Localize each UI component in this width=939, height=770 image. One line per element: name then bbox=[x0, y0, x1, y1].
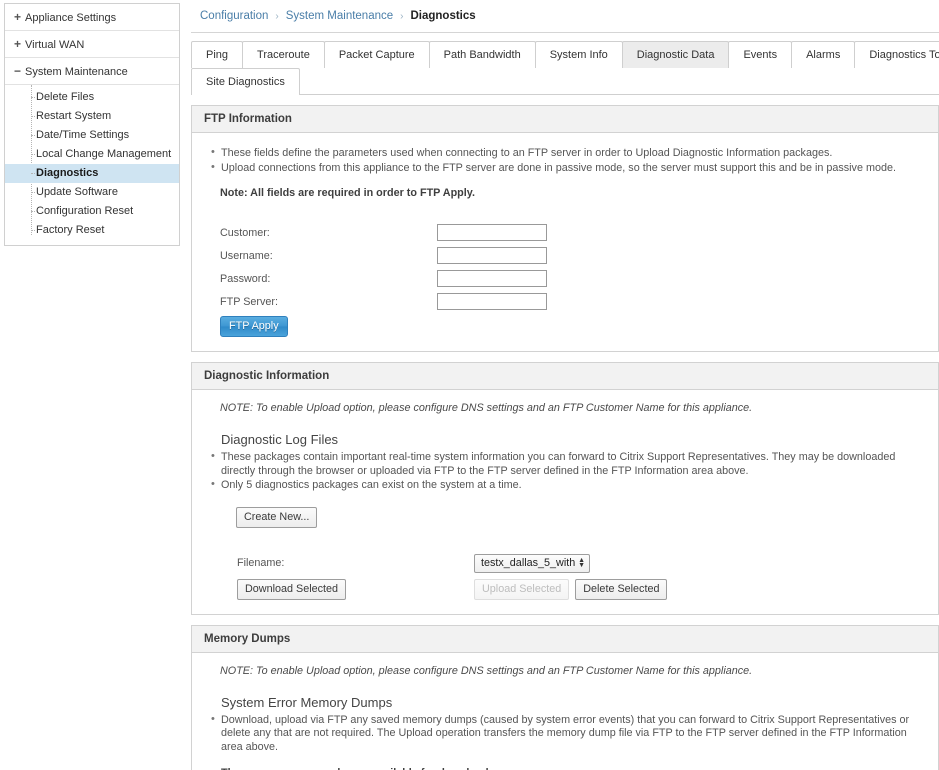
list-item: Download, upload via FTP any saved memor… bbox=[211, 713, 926, 755]
sidebar-group-label: System Maintenance bbox=[25, 66, 128, 78]
list-item: These packages contain important real-ti… bbox=[211, 450, 926, 478]
username-input[interactable] bbox=[437, 247, 547, 264]
minus-icon: − bbox=[14, 64, 22, 78]
sidebar-item-label: Factory Reset bbox=[36, 224, 105, 236]
sidebar-item-label: Restart System bbox=[36, 110, 112, 122]
tab-row-primary: Ping Traceroute Packet Capture Path Band… bbox=[191, 41, 939, 68]
customer-label: Customer: bbox=[220, 226, 270, 239]
chevron-updown-icon: ▲ ▼ bbox=[578, 557, 585, 569]
chevron-right-icon: › bbox=[275, 10, 279, 22]
download-selected-button[interactable]: Download Selected bbox=[237, 578, 347, 600]
download-selected-slot: Download Selected bbox=[204, 578, 474, 600]
memory-dumps-bullets: Download, upload via FTP any saved memor… bbox=[204, 713, 926, 755]
tab-traceroute[interactable]: Traceroute bbox=[242, 41, 325, 68]
sidebar-group-virtual-wan[interactable]: + Virtual WAN bbox=[5, 31, 179, 58]
form-row-ftp-server: FTP Server: bbox=[204, 290, 926, 313]
tab-ping[interactable]: Ping bbox=[191, 41, 244, 68]
sidebar-group-label: Virtual WAN bbox=[25, 39, 85, 51]
create-new-button[interactable]: Create New... bbox=[236, 506, 318, 528]
diagnostic-bullets: These packages contain important real-ti… bbox=[204, 450, 926, 493]
form-row-password: Password: bbox=[204, 267, 926, 290]
panel-body-ftp-information: These fields define the parameters used … bbox=[192, 133, 938, 351]
panel-title-diagnostic-information: Diagnostic Information bbox=[192, 363, 938, 390]
filename-row: Filename: testx_dallas_5_with16 ▲▼ bbox=[204, 553, 926, 573]
tab-alarms[interactable]: Alarms bbox=[791, 41, 856, 68]
breadcrumb-item-diagnostics: Diagnostics bbox=[410, 10, 476, 22]
password-label: Password: bbox=[220, 272, 271, 285]
system-error-memory-dumps-title: System Error Memory Dumps bbox=[221, 694, 393, 710]
memory-dumps-upload-note: NOTE: To enable Upload option, please co… bbox=[220, 664, 753, 677]
tab-row-secondary: Site Diagnostics bbox=[191, 68, 939, 95]
sidebar-item-configuration-reset[interactable]: Configuration Reset bbox=[5, 202, 179, 221]
tab-packet-capture[interactable]: Packet Capture bbox=[323, 41, 430, 68]
panel-body-memory-dumps: NOTE: To enable Upload option, please co… bbox=[192, 653, 938, 770]
tab-diagnostics-tool[interactable]: Diagnostics Tool bbox=[854, 41, 939, 68]
sidebar-item-restart-system[interactable]: Restart System bbox=[5, 107, 179, 126]
sidebar-item-label: Configuration Reset bbox=[36, 205, 134, 217]
ftp-server-input[interactable] bbox=[437, 293, 547, 310]
sidebar-item-diagnostics[interactable]: Diagnostics bbox=[5, 164, 179, 183]
sidebar: + Appliance Settings + Virtual WAN − System… bbox=[0, 0, 181, 770]
panel-memory-dumps: Memory Dumps NOTE: To enable Upload opti… bbox=[191, 624, 939, 770]
username-label: Username: bbox=[220, 249, 273, 262]
list-item: Only 5 diagnostics packages can exist on… bbox=[211, 478, 926, 493]
form-row-username: Username: bbox=[204, 244, 926, 267]
customer-input[interactable] bbox=[437, 224, 547, 241]
sidebar-item-local-change-management[interactable]: Local Change Management bbox=[5, 145, 179, 164]
tab-bar: Ping Traceroute Packet Capture Path Band… bbox=[191, 33, 939, 95]
filename-label: Filename: bbox=[237, 557, 285, 569]
sidebar-group-label: Appliance Settings bbox=[25, 12, 117, 24]
filename-select[interactable]: testx_dallas_5_with16 ▲▼ bbox=[474, 553, 590, 573]
password-input[interactable] bbox=[437, 270, 547, 287]
chevron-right-icon: › bbox=[400, 10, 404, 22]
page-root: + Appliance Settings + Virtual WAN − System… bbox=[0, 0, 939, 770]
sidebar-item-delete-files[interactable]: Delete Files bbox=[5, 88, 179, 107]
sidebar-item-date-time-settings[interactable]: Date/Time Settings bbox=[5, 126, 179, 145]
ftp-server-label: FTP Server: bbox=[220, 295, 278, 308]
panel-title-ftp-information: FTP Information bbox=[192, 106, 938, 133]
ftp-apply-button[interactable]: FTP Apply bbox=[220, 316, 288, 337]
sidebar-group-system-maintenance[interactable]: − System Maintenance bbox=[5, 58, 179, 85]
form-row-customer: Customer: bbox=[204, 221, 926, 244]
sidebar-item-label: Local Change Management bbox=[36, 148, 172, 160]
tab-events[interactable]: Events bbox=[728, 41, 793, 68]
diagnostic-upload-note: NOTE: To enable Upload option, please co… bbox=[220, 402, 753, 414]
sidebar-item-label: Date/Time Settings bbox=[36, 129, 130, 141]
tab-system-info[interactable]: System Info bbox=[534, 41, 623, 68]
panel-ftp-information: FTP Information These fields define the … bbox=[191, 105, 939, 352]
plus-icon: + bbox=[14, 10, 22, 24]
diagnostic-log-files-title: Diagnostic Log Files bbox=[221, 432, 339, 447]
ftp-form: Customer: Username: Password: FTP Server… bbox=[204, 221, 926, 337]
upload-delete-slot: Upload Selected Delete Selected bbox=[474, 578, 668, 600]
tab-site-diagnostics[interactable]: Site Diagnostics bbox=[191, 68, 300, 95]
tab-filler bbox=[298, 68, 939, 95]
main-content: Configuration › System Maintenance › Dia… bbox=[181, 0, 939, 770]
sidebar-tree: + Appliance Settings + Virtual WAN − System… bbox=[4, 3, 180, 246]
breadcrumb-item-system-maintenance[interactable]: System Maintenance bbox=[286, 10, 393, 22]
upload-selected-button: Upload Selected bbox=[474, 578, 570, 600]
sidebar-item-label: Update Software bbox=[36, 186, 118, 198]
list-item: These fields define the parameters used … bbox=[211, 146, 926, 161]
panel-diagnostic-information: Diagnostic Information NOTE: To enable U… bbox=[191, 362, 939, 615]
tab-path-bandwidth[interactable]: Path Bandwidth bbox=[428, 41, 536, 68]
sidebar-subitems: Delete Files Restart System Date/Time Se… bbox=[5, 85, 179, 245]
sidebar-item-factory-reset[interactable]: Factory Reset bbox=[5, 221, 179, 240]
sidebar-item-label: Delete Files bbox=[36, 91, 95, 103]
delete-selected-button[interactable]: Delete Selected bbox=[575, 578, 668, 600]
plus-icon: + bbox=[14, 37, 22, 51]
diagnostic-action-buttons: Download Selected Upload Selected Delete… bbox=[204, 578, 926, 600]
sidebar-item-label: Diagnostics bbox=[36, 167, 99, 179]
sidebar-item-update-software[interactable]: Update Software bbox=[5, 183, 179, 202]
list-item: Upload connections from this appliance t… bbox=[211, 161, 926, 176]
filename-select-value: testx_dallas_5_with16 bbox=[481, 557, 576, 569]
ftp-required-note: Note: All fields are required in order t… bbox=[220, 187, 475, 199]
sidebar-group-appliance-settings[interactable]: + Appliance Settings bbox=[5, 4, 179, 31]
ftp-info-bullets: These fields define the parameters used … bbox=[204, 146, 926, 176]
panel-title-memory-dumps: Memory Dumps bbox=[192, 625, 938, 653]
breadcrumb-item-configuration[interactable]: Configuration bbox=[200, 10, 268, 22]
panel-body-diagnostic-information: NOTE: To enable Upload option, please co… bbox=[192, 390, 938, 614]
tab-diagnostic-data[interactable]: Diagnostic Data bbox=[621, 41, 730, 68]
breadcrumb: Configuration › System Maintenance › Dia… bbox=[191, 0, 939, 33]
